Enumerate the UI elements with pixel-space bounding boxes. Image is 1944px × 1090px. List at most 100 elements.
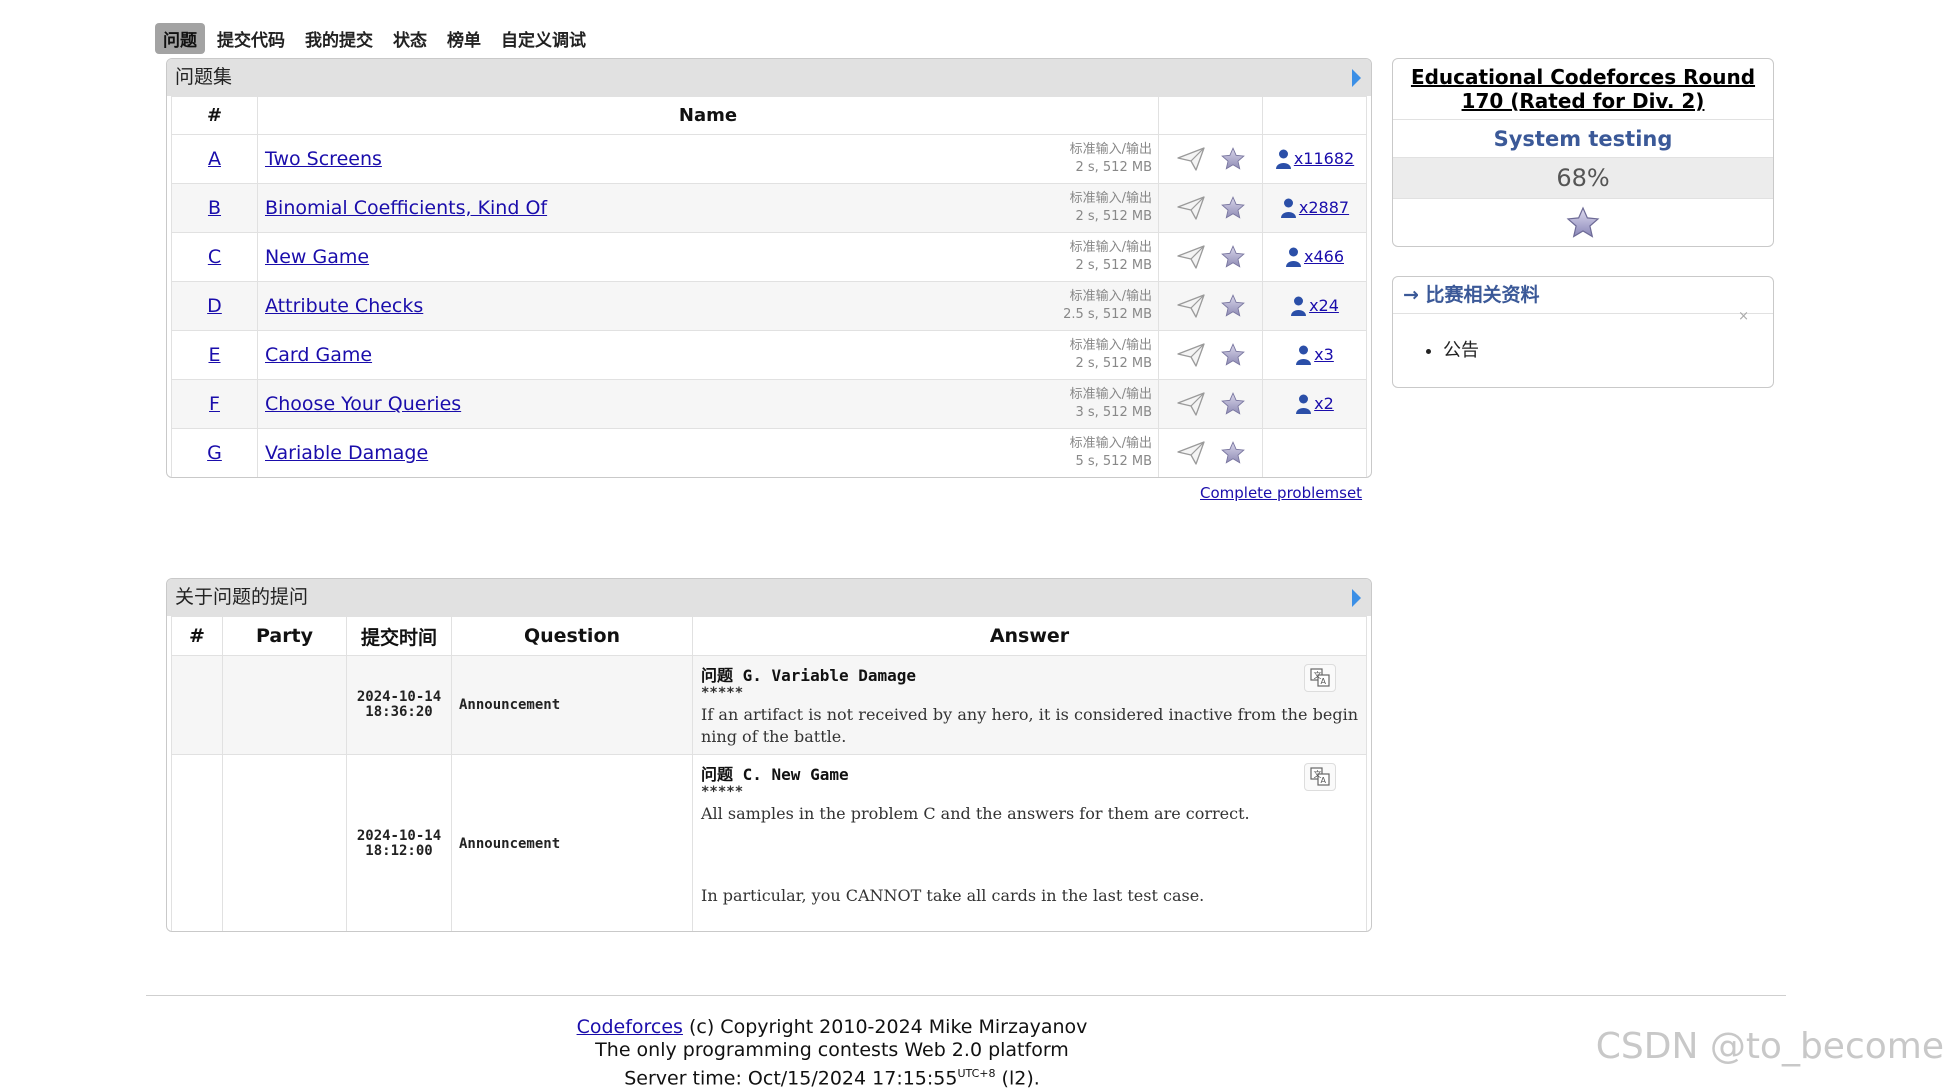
menu-status[interactable]: 状态 xyxy=(385,23,435,54)
problem-name-link[interactable]: Choose Your Queries xyxy=(265,393,461,415)
menu-custom-invocation[interactable]: 自定义调试 xyxy=(493,23,594,54)
problem-name-link[interactable]: Binomial Coefficients, Kind Of xyxy=(265,197,547,219)
expand-arrow-icon[interactable] xyxy=(1352,589,1361,607)
footer-copyright: (c) Copyright 2010-2024 Mike Mirzayanov xyxy=(682,1016,1088,1038)
problem-index-link[interactable]: E xyxy=(208,344,220,366)
translate-button[interactable]: 文A xyxy=(1304,763,1336,791)
answer-stars: ***** xyxy=(701,784,744,800)
submit-icon[interactable] xyxy=(1176,391,1206,417)
submit-icon[interactable] xyxy=(1176,293,1206,319)
favourite-star-icon[interactable] xyxy=(1220,195,1246,221)
col-question-header: Question xyxy=(451,616,693,656)
submit-icon[interactable] xyxy=(1176,342,1206,368)
answer-body: All samples in the problem C and the ans… xyxy=(701,804,1250,823)
problem-name-link[interactable]: Card Game xyxy=(265,344,372,366)
materials-title: → 比赛相关资料 xyxy=(1393,277,1773,314)
problem-limits: 标准输入/输出 3 s, 512 MB xyxy=(1070,386,1152,422)
menu-standings[interactable]: 榜单 xyxy=(439,23,489,54)
question-text: Announcement xyxy=(451,655,693,755)
problem-name-link[interactable]: Attribute Checks xyxy=(265,295,423,317)
solved-count-link[interactable]: x466 xyxy=(1304,247,1344,266)
favourite-star-icon[interactable] xyxy=(1220,391,1246,417)
submit-icon[interactable] xyxy=(1176,146,1206,172)
user-icon xyxy=(1290,295,1307,317)
submit-icon[interactable] xyxy=(1176,440,1206,466)
watermark: CSDN @to_become xyxy=(1595,1026,1944,1067)
problem-index-link[interactable]: G xyxy=(207,442,222,464)
solved-count-link[interactable]: x11682 xyxy=(1294,149,1354,168)
svg-text:A: A xyxy=(1321,677,1327,686)
problem-index-link[interactable]: F xyxy=(209,393,220,415)
user-icon xyxy=(1285,246,1302,268)
user-icon xyxy=(1295,393,1312,415)
problem-io: 标准输入/输出 xyxy=(1069,240,1152,255)
problem-index-link[interactable]: D xyxy=(207,295,222,317)
problem-index-link[interactable]: A xyxy=(208,148,221,170)
problem-index-link[interactable]: C xyxy=(208,246,221,268)
problem-limits: 标准输入/输出 2.5 s, 512 MB xyxy=(1063,288,1152,324)
contest-star-icon[interactable] xyxy=(1565,205,1601,241)
favourite-star-icon[interactable] xyxy=(1220,293,1246,319)
favourite-star-icon[interactable] xyxy=(1220,244,1246,270)
problems-box: 问题集 # Name A Two Screens 标准输入/输出 2 s, 512… xyxy=(166,58,1372,478)
contest-info-box: Educational Codeforces Round 170 (Rated … xyxy=(1392,58,1774,247)
problem-limits: 标准输入/输出 2 s, 512 MB xyxy=(1070,190,1152,226)
codeforces-link[interactable]: Codeforces xyxy=(577,1016,683,1038)
top-menu: 问题 提交代码 我的提交 状态 榜单 自定义调试 xyxy=(155,23,594,54)
col-index-header: # xyxy=(171,96,258,135)
col-party-header: Party xyxy=(222,616,347,656)
submit-icon[interactable] xyxy=(1176,244,1206,270)
favourite-star-icon[interactable] xyxy=(1220,440,1246,466)
menu-problems[interactable]: 问题 xyxy=(155,23,205,54)
solved-count-link[interactable]: x24 xyxy=(1309,296,1339,315)
materials-list: 公告 xyxy=(1393,314,1773,362)
user-icon xyxy=(1275,148,1292,170)
problem-name-link[interactable]: Two Screens xyxy=(265,148,382,170)
problems-caption-title: 问题集 xyxy=(175,66,233,88)
favourite-star-icon[interactable] xyxy=(1220,146,1246,172)
menu-submit[interactable]: 提交代码 xyxy=(209,23,293,54)
problems-table-header: # Name xyxy=(171,96,1367,135)
menu-my-submissions[interactable]: 我的提交 xyxy=(297,23,381,54)
testing-progress: 68% xyxy=(1393,158,1773,199)
problems-table: # Name A Two Screens 标准输入/输出 2 s, 512 MB … xyxy=(171,96,1367,477)
footer-server-time-line: Server time: Oct/15/2024 17:15:55UTC+8 (… xyxy=(0,1062,1664,1090)
expand-arrow-icon[interactable] xyxy=(1352,69,1361,87)
server-time: Server time: Oct/15/2024 17:15:55 xyxy=(624,1067,958,1090)
submit-icon[interactable] xyxy=(1176,195,1206,221)
solved-count-empty xyxy=(1262,428,1367,477)
question-party xyxy=(222,754,347,931)
question-number xyxy=(171,754,223,931)
problem-io: 标准输入/输出 xyxy=(1069,338,1152,353)
problem-limit-values: 5 s, 512 MB xyxy=(1075,454,1152,469)
complete-problemset-link[interactable]: Complete problemset xyxy=(1200,484,1362,502)
question-time: 2024-10-14 18:12:00 xyxy=(346,754,452,931)
solved-count-link[interactable]: x3 xyxy=(1314,345,1334,364)
contest-title-link[interactable]: Educational Codeforces Round 170 (Rated … xyxy=(1411,65,1755,113)
questions-caption: 关于问题的提问 xyxy=(167,579,1371,616)
question-text: Announcement xyxy=(451,754,693,931)
question-clock: 18:12:00 xyxy=(365,843,433,859)
translate-icon: 文A xyxy=(1310,767,1330,786)
svg-text:A: A xyxy=(1321,776,1327,785)
announcement-link[interactable]: 公告 xyxy=(1443,340,1479,361)
solved-count-link[interactable]: x2887 xyxy=(1299,198,1349,217)
problem-io: 标准输入/输出 xyxy=(1069,387,1152,402)
problem-name-link[interactable]: New Game xyxy=(265,246,369,268)
problem-limit-values: 2 s, 512 MB xyxy=(1075,356,1152,371)
answer-title: 问题 G. Variable Damage xyxy=(701,666,917,685)
remove-icon[interactable]: × xyxy=(1738,309,1749,324)
problem-row: G Variable Damage 标准输入/输出 5 s, 512 MB xyxy=(171,428,1367,477)
solved-count-link[interactable]: x2 xyxy=(1314,394,1334,413)
problem-row: D Attribute Checks 标准输入/输出 2.5 s, 512 MB … xyxy=(171,281,1367,331)
translate-button[interactable]: 文A xyxy=(1304,664,1336,692)
problem-io: 标准输入/输出 xyxy=(1069,436,1152,451)
problem-limit-values: 3 s, 512 MB xyxy=(1075,405,1152,420)
problem-limits: 标准输入/输出 2 s, 512 MB xyxy=(1070,337,1152,373)
favourite-star-icon[interactable] xyxy=(1220,342,1246,368)
problem-name-link[interactable]: Variable Damage xyxy=(265,442,428,464)
problem-row: E Card Game 标准输入/输出 2 s, 512 MB x3 xyxy=(171,330,1367,380)
contest-star xyxy=(1393,199,1773,246)
col-time-header: 提交时间 xyxy=(346,616,452,656)
problem-index-link[interactable]: B xyxy=(208,197,221,219)
